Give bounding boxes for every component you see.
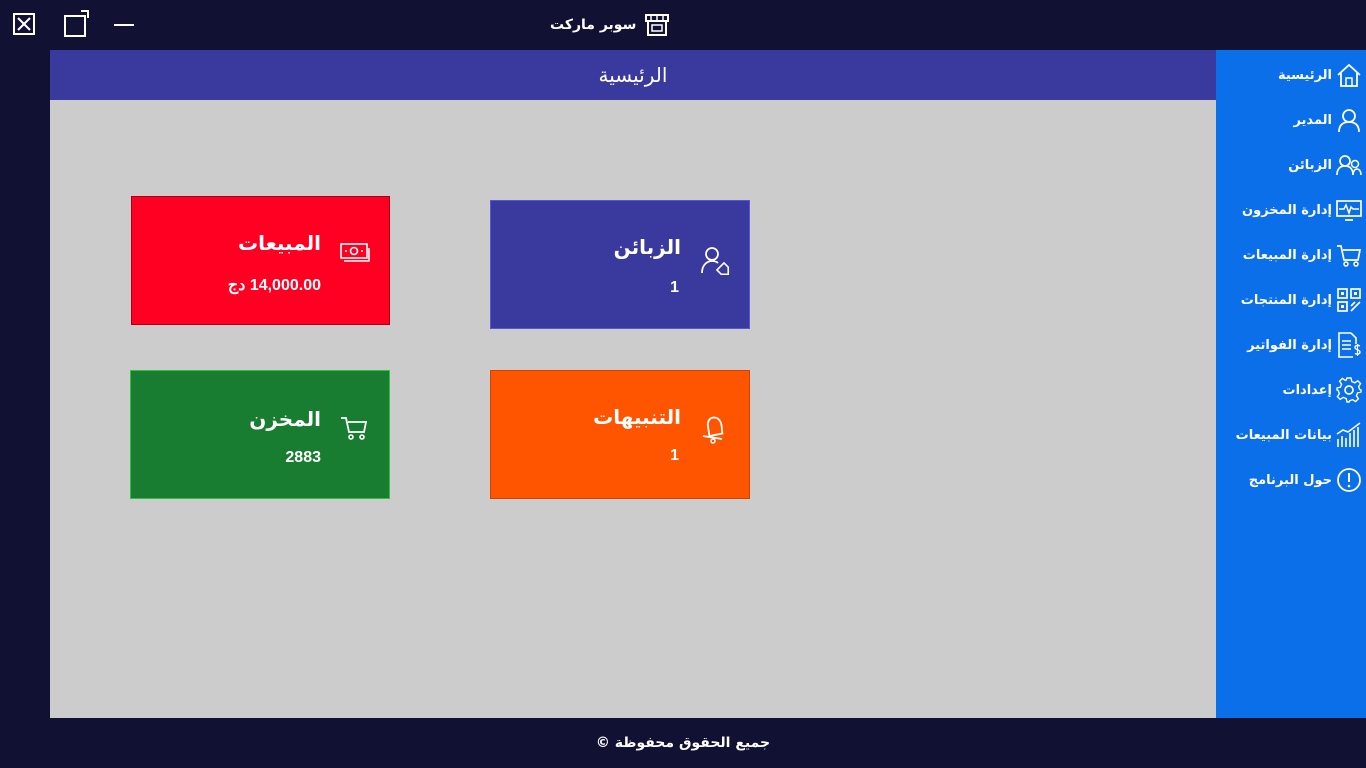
page-title: الرئيسية [598,63,668,87]
invoice-icon [1336,332,1362,358]
sidebar-item-about[interactable]: حول البرنامج [1249,465,1362,495]
sidebar-item-inventory[interactable]: إدارة المخزون [1242,195,1362,225]
sidebar-item-label: إدارة المبيعات [1242,247,1332,263]
copyright-text: جميع الحقوق محفوظة © [595,735,771,751]
sales-value: 14,000.00 دج [227,277,321,294]
customers-card[interactable]: الزبائن 1 [490,200,750,329]
alerts-value: 1 [670,447,679,464]
footer: جميع الحقوق محفوظة © [0,718,1366,768]
main-content: الرئيسية المبيعات 14,000.00 دج الزبائن 1 [50,50,1216,718]
sidebar-item-label: حول البرنامج [1248,472,1332,488]
sidebar-item-sales-data[interactable]: بيانات المبيعات [1236,420,1362,450]
gear-icon [1336,377,1362,403]
customers-value: 1 [670,279,679,296]
sidebar-item-customers[interactable]: الزبائن [1288,150,1362,180]
minimize-button[interactable] [112,10,138,38]
sales-title: المبيعات [238,231,321,255]
alerts-card[interactable]: التنبيهات 1 [490,370,750,499]
sidebar: الرئيسية المدير الزبائن إدارة المخزون إد… [1216,50,1366,718]
maximize-button[interactable] [63,10,89,38]
sidebar-item-sales-management[interactable]: إدارة المبيعات [1243,240,1362,270]
alerts-title: التنبيهات [593,405,681,429]
sidebar-item-label: إدارة الفواتير [1247,337,1332,353]
stock-value: 2883 [285,449,321,466]
sidebar-item-label: بيانات المبيعات [1235,427,1332,443]
sidebar-item-label: إعدادات [1282,382,1333,398]
money-icon [338,235,372,269]
sidebar-item-label: الرئيسية [1277,67,1332,83]
user-icon [1336,107,1362,133]
close-icon [13,13,35,35]
cart-icon [337,411,371,445]
sidebar-item-home[interactable]: الرئيسية [1278,60,1362,90]
maximize-icon [64,10,89,37]
app-title-text: سوبر ماركت [550,17,637,33]
store-icon [645,14,670,36]
sidebar-item-invoices[interactable]: إدارة الفواتير [1247,330,1362,360]
stock-card[interactable]: المخزن 2883 [130,370,390,499]
page-header: الرئيسية [50,50,1216,100]
sidebar-item-label: إدارة المخزون [1242,202,1332,218]
customers-title: الزبائن [613,235,681,259]
users-icon [1336,152,1362,178]
qr-code-icon [1336,287,1362,313]
home-icon [1336,62,1362,88]
sales-card[interactable]: المبيعات 14,000.00 دج [131,196,390,325]
minimize-icon [114,24,134,26]
title-bar: سوبر ماركت [0,0,1366,50]
stock-title: المخزن [249,407,321,431]
sidebar-item-settings[interactable]: إعدادات [1283,375,1363,405]
sidebar-item-label: الزبائن [1288,157,1332,173]
sidebar-item-products[interactable]: إدارة المنتجات [1241,285,1362,315]
info-icon [1336,467,1362,493]
sidebar-item-label: المدير [1293,112,1332,128]
cart-icon [1336,242,1362,268]
sidebar-item-admin[interactable]: المدير [1293,105,1362,135]
bar-chart-icon [1336,422,1362,448]
app-title: سوبر ماركت [550,12,670,38]
sidebar-item-label: إدارة المنتجات [1240,292,1332,308]
close-button[interactable] [12,10,38,38]
monitor-pulse-icon [1336,197,1362,223]
customer-tag-icon [699,243,733,277]
bell-icon [697,411,731,445]
